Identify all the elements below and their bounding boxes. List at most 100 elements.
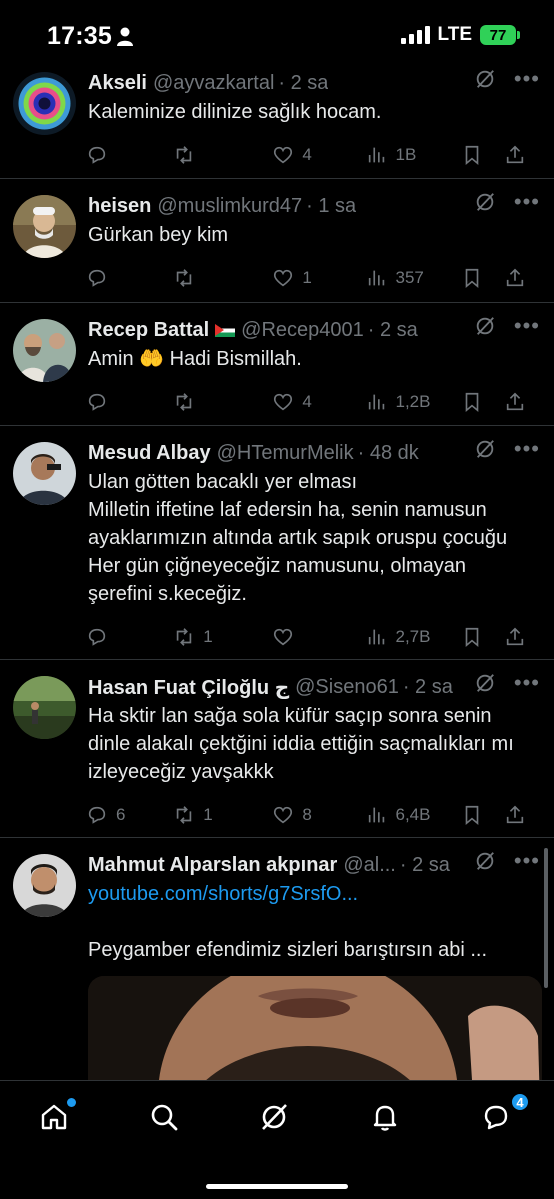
author-name[interactable]: Mesud Albay: [88, 442, 211, 465]
like-button[interactable]: 4: [272, 391, 365, 413]
avatar[interactable]: [13, 319, 76, 382]
home-icon: [41, 1104, 67, 1130]
reply-feed[interactable]: Akseli @ayvazkartal · 2 sa ••• Kaleminiz…: [0, 56, 554, 1080]
author-handle[interactable]: @muslimkurd47: [157, 195, 302, 218]
scrollbar[interactable]: [544, 848, 548, 988]
tweet[interactable]: heisen @muslimkurd47 · 1 sa ••• Gürkan b…: [0, 179, 554, 303]
retweet-icon: [176, 269, 192, 287]
author-name[interactable]: Mahmut Alparslan akpınar: [88, 854, 337, 877]
grok-icon[interactable]: [474, 191, 496, 213]
retweet-button[interactable]: 1: [173, 626, 272, 648]
avatar[interactable]: [13, 442, 76, 505]
more-icon[interactable]: •••: [514, 672, 540, 694]
bookmark-button[interactable]: [461, 267, 505, 289]
tweet-time: · 2 sa: [367, 318, 418, 341]
nav-notifications[interactable]: [369, 1101, 405, 1137]
tweet[interactable]: Akseli @ayvazkartal · 2 sa ••• Kaleminiz…: [0, 56, 554, 179]
retweet-icon: [176, 393, 192, 411]
grok-icon[interactable]: [474, 68, 496, 90]
like-button[interactable]: 4: [272, 144, 365, 166]
bookmark-button[interactable]: [461, 626, 505, 648]
bookmark-icon: [465, 805, 478, 826]
tweet-text: Ha sktir lan sağa sola küfür saçıp sonra…: [88, 705, 514, 783]
tweet-link[interactable]: youtube.com/shorts/g7SrsfO...: [88, 880, 534, 908]
author-handle[interactable]: @ayvazkartal: [153, 72, 274, 95]
avatar[interactable]: [13, 676, 76, 739]
views-button[interactable]: 1B: [366, 144, 461, 166]
avatar[interactable]: [13, 72, 76, 135]
share-button[interactable]: [504, 804, 534, 826]
retweet-button[interactable]: [173, 391, 272, 413]
more-icon[interactable]: •••: [514, 438, 540, 460]
battery-indicator: 77: [480, 25, 520, 45]
tweet-text: Amin 🤲 Hadi Bismillah.: [88, 348, 302, 370]
message-icon: [484, 1105, 508, 1130]
retweet-button[interactable]: [173, 144, 272, 166]
nav-search[interactable]: [148, 1101, 184, 1137]
signal-icon: [400, 26, 430, 44]
views-button[interactable]: 6,4B: [366, 804, 461, 826]
more-icon[interactable]: •••: [514, 68, 540, 90]
person-icon: [117, 27, 133, 46]
tweet-actions: 4 1,2B: [86, 373, 534, 431]
reply-icon: [88, 806, 106, 824]
reply-button[interactable]: [86, 144, 173, 166]
nav-grok[interactable]: [258, 1101, 294, 1137]
bookmark-button[interactable]: [461, 391, 505, 413]
author-handle[interactable]: @al...: [343, 854, 396, 877]
more-icon[interactable]: •••: [514, 850, 540, 872]
like-button[interactable]: 8: [272, 804, 365, 826]
share-button[interactable]: [504, 267, 534, 289]
author-name[interactable]: Akseli: [88, 72, 147, 95]
search-icon: [151, 1104, 178, 1131]
home-indicator: [206, 1184, 348, 1189]
grok-icon[interactable]: [474, 315, 496, 337]
heart-icon: [274, 269, 293, 287]
views-icon: [368, 394, 384, 410]
views-button[interactable]: 357: [366, 267, 461, 289]
tweet[interactable]: Mahmut Alparslan akpınar @al... · 2 sa •…: [0, 838, 554, 1080]
more-icon[interactable]: •••: [514, 315, 540, 337]
retweet-icon: [176, 628, 192, 646]
bookmark-button[interactable]: [461, 144, 505, 166]
tweet[interactable]: Hasan Fuat Çiloğlu ج @Siseno61 · 2 sa ••…: [0, 660, 554, 838]
author-name[interactable]: heisen: [88, 195, 151, 218]
tweet-media[interactable]: [88, 976, 542, 1080]
reply-button[interactable]: 6: [86, 804, 173, 826]
author-handle[interactable]: @Recep4001: [241, 319, 364, 342]
tweet[interactable]: Recep Battal @Recep4001 · 2 sa ••• Amin …: [0, 303, 554, 426]
author-name[interactable]: Hasan Fuat Çiloğlu ج: [88, 675, 289, 700]
heart-icon: [274, 628, 293, 646]
bookmark-button[interactable]: [461, 804, 505, 826]
views-button[interactable]: 1,2B: [366, 391, 461, 413]
views-button[interactable]: 2,7B: [366, 626, 461, 648]
avatar[interactable]: [13, 195, 76, 258]
heart-icon: [274, 146, 293, 164]
reply-button[interactable]: [86, 391, 173, 413]
more-icon[interactable]: •••: [514, 191, 540, 213]
share-button[interactable]: [504, 391, 534, 413]
tweet-time: · 2 sa: [399, 853, 450, 876]
grok-icon[interactable]: [474, 672, 496, 694]
retweet-button[interactable]: 1: [173, 804, 272, 826]
nav-home[interactable]: [38, 1098, 76, 1137]
tweet-time: · 48 dk: [357, 441, 419, 464]
grok-icon[interactable]: [474, 850, 496, 872]
reply-icon: [88, 628, 106, 646]
author-handle[interactable]: @HTemurMelik: [217, 442, 354, 465]
tweet[interactable]: Mesud Albay @HTemurMelik · 48 dk ••• Ula…: [0, 426, 554, 660]
like-button[interactable]: [272, 626, 365, 648]
avatar[interactable]: [13, 854, 76, 917]
author-handle[interactable]: @Siseno61: [295, 676, 399, 699]
like-button[interactable]: 1: [272, 267, 365, 289]
tweet-text: Kaleminize dilinize sağlık hocam.: [88, 101, 382, 123]
author-name[interactable]: Recep Battal: [88, 319, 209, 342]
nav-messages[interactable]: 4: [480, 1092, 530, 1137]
reply-button[interactable]: [86, 267, 173, 289]
reply-button[interactable]: [86, 626, 173, 648]
share-button[interactable]: [504, 144, 534, 166]
grok-icon[interactable]: [474, 438, 496, 460]
bottom-nav: 4: [0, 1080, 554, 1199]
retweet-button[interactable]: [173, 267, 272, 289]
share-button[interactable]: [504, 626, 534, 648]
